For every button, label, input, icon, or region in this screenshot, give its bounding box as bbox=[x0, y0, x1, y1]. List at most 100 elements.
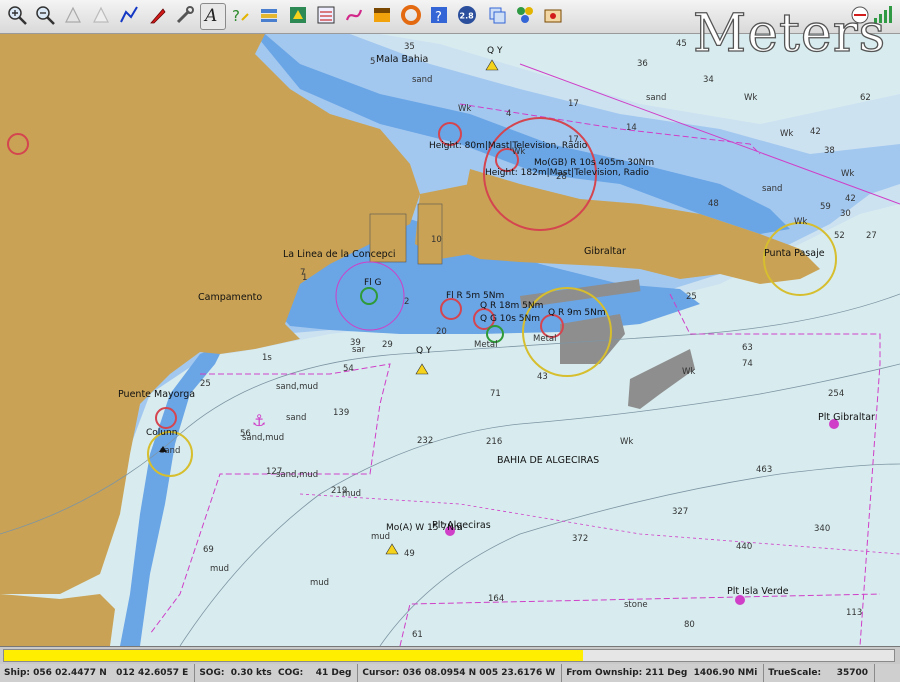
follow-ship-button[interactable] bbox=[144, 3, 170, 30]
zoom-out-button[interactable] bbox=[32, 3, 58, 30]
print-button[interactable] bbox=[540, 3, 566, 30]
ship-position-field: Ship: 056 02.4477 N 012 42.6057 E bbox=[0, 664, 196, 682]
seabed-label: Wk bbox=[780, 129, 793, 139]
version-button[interactable]: 2.8 bbox=[454, 3, 480, 30]
depth-sounding: 52 bbox=[834, 231, 845, 241]
zoom-in-button[interactable] bbox=[4, 3, 30, 30]
depth-sounding: 38 bbox=[824, 146, 835, 156]
settings-icon bbox=[174, 4, 196, 30]
print-icon bbox=[542, 4, 564, 30]
depth-sounding: 30 bbox=[840, 209, 851, 219]
zoom-in-icon bbox=[6, 4, 28, 30]
scale-out-icon bbox=[90, 4, 112, 30]
sog-cog-field: SOG: 0.30 kts COG: 41 Deg bbox=[195, 664, 359, 682]
anchorage-icon: ⚓ bbox=[252, 411, 266, 430]
scale-out-button[interactable] bbox=[88, 3, 114, 30]
track-button[interactable] bbox=[341, 3, 367, 30]
chart-group-icon bbox=[486, 4, 508, 30]
current-tide-button[interactable]: ? bbox=[228, 3, 254, 30]
depth-sounding: 463 bbox=[756, 465, 772, 475]
depth-sounding: 232 bbox=[417, 436, 433, 446]
svg-text:A: A bbox=[203, 6, 217, 26]
mob-button[interactable] bbox=[398, 3, 424, 30]
depth-sounding: 62 bbox=[860, 93, 871, 103]
light-label: Q Y bbox=[416, 346, 432, 356]
seabed-label: Metal bbox=[533, 334, 556, 344]
light-label: Q Y bbox=[487, 46, 503, 56]
seabed-label: Wk bbox=[744, 93, 757, 103]
version-label: 2.8 bbox=[460, 11, 475, 20]
seabed-label: sand bbox=[286, 413, 306, 423]
depth-sounding: 43 bbox=[537, 372, 548, 382]
depth-sounding: 59 bbox=[820, 202, 831, 212]
depth-sounding: 440 bbox=[736, 542, 752, 552]
seabed-label: Metal bbox=[474, 340, 497, 350]
route-manager-icon bbox=[315, 4, 337, 30]
light-label: Mo(A) W 15 7Nm bbox=[386, 523, 463, 533]
seabed-label: Wk bbox=[458, 104, 471, 114]
cursor-position-field: Cursor: 036 08.0954 N 005 23.6176 W bbox=[358, 664, 563, 682]
seabed-label: sand,mud bbox=[276, 382, 318, 392]
route-manager-button[interactable] bbox=[313, 3, 339, 30]
chart-group-button[interactable] bbox=[484, 3, 510, 30]
land-spain-south bbox=[0, 594, 115, 646]
place-label: BAHIA DE ALGECIRAS bbox=[497, 455, 599, 466]
layers-icon bbox=[258, 4, 280, 30]
version-icon: 2.8 bbox=[456, 4, 478, 30]
light-label: Q R 18m 5Nm bbox=[480, 301, 543, 311]
seabed-label: Wk bbox=[682, 367, 695, 377]
depth-sounding: 1 bbox=[302, 273, 307, 283]
help-icon: ? bbox=[428, 4, 450, 30]
help-button[interactable]: ? bbox=[426, 3, 452, 30]
seabed-label: sand bbox=[762, 184, 782, 194]
text-toggle-button[interactable]: A bbox=[200, 3, 226, 30]
status-area: Ship: 056 02.4477 N 012 42.6057 E SOG: 0… bbox=[0, 646, 900, 682]
progress-fill bbox=[4, 650, 583, 661]
depth-sounding: 35 bbox=[404, 42, 415, 52]
seabed-label: Wk bbox=[620, 437, 633, 447]
light-label: Mo(GB) R 10s 405m 30Nm bbox=[534, 158, 654, 168]
chart-canvas[interactable]: ⚓ Mala Bahia La Linea de la Concepci Cam… bbox=[0, 34, 900, 646]
depth-sounding: 17 bbox=[568, 135, 579, 145]
progress-bar bbox=[3, 649, 895, 662]
text-toggle-icon: A bbox=[202, 4, 224, 30]
depth-sounding: 27 bbox=[866, 231, 877, 241]
light-label: Height: 182m|Mast|Television, Radio bbox=[485, 168, 649, 178]
seabed-label: mud bbox=[210, 564, 229, 574]
light-label: Q R 9m 5Nm bbox=[548, 308, 606, 318]
depth-sounding: 1s bbox=[262, 353, 272, 363]
layers-button[interactable] bbox=[256, 3, 282, 30]
depth-sounding: 113 bbox=[846, 608, 862, 618]
route-button[interactable] bbox=[116, 3, 142, 30]
route-icon bbox=[118, 4, 140, 30]
settings-button[interactable] bbox=[172, 3, 198, 30]
scale-in-button[interactable] bbox=[60, 3, 86, 30]
color-scheme-button[interactable] bbox=[369, 3, 395, 30]
depth-sounding: 25 bbox=[200, 379, 211, 389]
plugins-button[interactable] bbox=[512, 3, 538, 30]
current-tide-icon: ? bbox=[230, 4, 252, 30]
depth-sounding: 14 bbox=[626, 123, 637, 133]
depth-sounding: 2 bbox=[404, 297, 409, 307]
depth-sounding: 69 bbox=[203, 545, 214, 555]
seabed-label: stone bbox=[624, 600, 648, 610]
depth-sounding: 219 bbox=[331, 486, 347, 496]
ais-targets-button[interactable] bbox=[285, 3, 311, 30]
depth-sounding: 254 bbox=[828, 389, 844, 399]
depth-sounding: 45 bbox=[676, 39, 687, 49]
depth-sounding: 54 bbox=[343, 364, 354, 374]
svg-text:?: ? bbox=[232, 7, 240, 25]
depth-sounding: 10 bbox=[431, 235, 442, 245]
depth-sounding: 36 bbox=[637, 59, 648, 69]
depth-sounding: 49 bbox=[404, 549, 415, 559]
depth-sounding: 4 bbox=[506, 109, 511, 119]
depth-sounding: 20 bbox=[436, 327, 447, 337]
depth-sounding: 25 bbox=[686, 292, 697, 302]
depth-sounding: 327 bbox=[672, 507, 688, 517]
depth-sounding: 17 bbox=[568, 99, 579, 109]
depth-sounding: 164 bbox=[488, 594, 504, 604]
depth-sounding: 29 bbox=[382, 340, 393, 350]
plugins-icon bbox=[514, 4, 536, 30]
place-label: Campamento bbox=[198, 292, 262, 303]
light-label: Fl R 5m 5Nm bbox=[446, 291, 504, 301]
